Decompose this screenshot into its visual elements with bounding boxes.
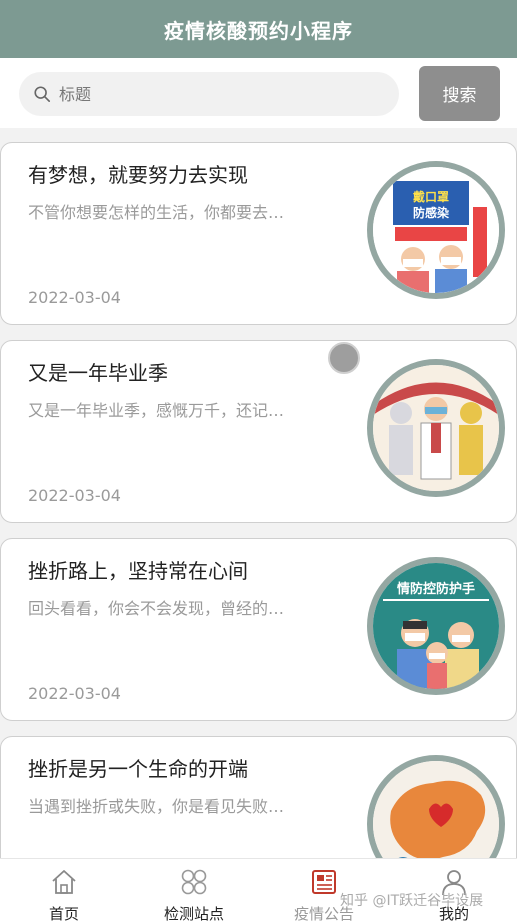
article-date: 2022-03-04 bbox=[28, 486, 121, 505]
tab-label: 首页 bbox=[48, 905, 79, 923]
family-protection-image: 情防控防护手 bbox=[373, 563, 499, 689]
poster-text-1: 戴口罩 bbox=[413, 189, 449, 204]
floating-button[interactable] bbox=[328, 342, 360, 374]
article-card[interactable]: 挫折是另一个生命的开端 当遇到挫折或失败，你是看见失败… bbox=[0, 736, 517, 858]
poster-text-2: 防感染 bbox=[413, 205, 450, 220]
tab-home[interactable]: 首页 bbox=[14, 859, 114, 924]
mask-poster-image: 戴口罩 防感染 bbox=[373, 167, 499, 293]
poster-text: 情防控防护手 bbox=[397, 581, 475, 597]
article-title: 有梦想，就要努力去实现 bbox=[28, 163, 248, 187]
article-title: 又是一年毕业季 bbox=[28, 361, 168, 385]
article-card[interactable]: 又是一年毕业季 又是一年毕业季，感慨万千，还记… 2022-03-04 bbox=[0, 340, 517, 523]
search-icon bbox=[34, 86, 51, 103]
home-icon bbox=[52, 870, 76, 894]
app-header: 疫情核酸预约小程序 bbox=[0, 0, 517, 58]
search-button[interactable]: 搜索 bbox=[419, 66, 500, 121]
article-summary: 当遇到挫折或失败，你是看见失败… bbox=[28, 797, 285, 816]
article-title: 挫折是另一个生命的开端 bbox=[28, 757, 248, 781]
search-bar: 搜索 bbox=[0, 58, 517, 128]
search-field[interactable] bbox=[19, 72, 399, 116]
china-map-heart-image bbox=[373, 761, 499, 858]
search-input[interactable] bbox=[59, 84, 359, 104]
tab-label: 检测站点 bbox=[163, 905, 224, 923]
article-thumbnail: 情防控防护手 bbox=[367, 557, 505, 695]
article-date: 2022-03-04 bbox=[28, 288, 121, 307]
article-date: 2022-03-04 bbox=[28, 684, 121, 703]
article-card[interactable]: 挫折路上，坚持常在心间 回头看看，你会不会发现，曾经的… 2022-03-04 … bbox=[0, 538, 517, 721]
grid-icon bbox=[181, 869, 207, 895]
article-summary: 回头看看，你会不会发现，曾经的… bbox=[28, 599, 285, 618]
article-thumbnail: 戴口罩 防感染 bbox=[367, 161, 505, 299]
medical-workers-image bbox=[373, 365, 499, 491]
article-thumbnail bbox=[367, 359, 505, 497]
tab-test-sites[interactable]: 检测站点 bbox=[144, 859, 244, 924]
watermark-text: 知乎 @IT跃迁谷毕设展 bbox=[340, 893, 484, 909]
article-title: 挫折路上，坚持常在心间 bbox=[28, 559, 248, 583]
news-icon bbox=[312, 870, 336, 894]
article-list: 有梦想，就要努力去实现 不管你想要怎样的生活，你都要去… 2022-03-04 … bbox=[0, 128, 517, 858]
article-summary: 不管你想要怎样的生活，你都要去… bbox=[28, 203, 285, 222]
article-thumbnail bbox=[367, 755, 505, 858]
article-card[interactable]: 有梦想，就要努力去实现 不管你想要怎样的生活，你都要去… 2022-03-04 … bbox=[0, 142, 517, 325]
article-summary: 又是一年毕业季，感慨万千，还记… bbox=[28, 401, 285, 420]
page-title: 疫情核酸预约小程序 bbox=[164, 18, 353, 43]
